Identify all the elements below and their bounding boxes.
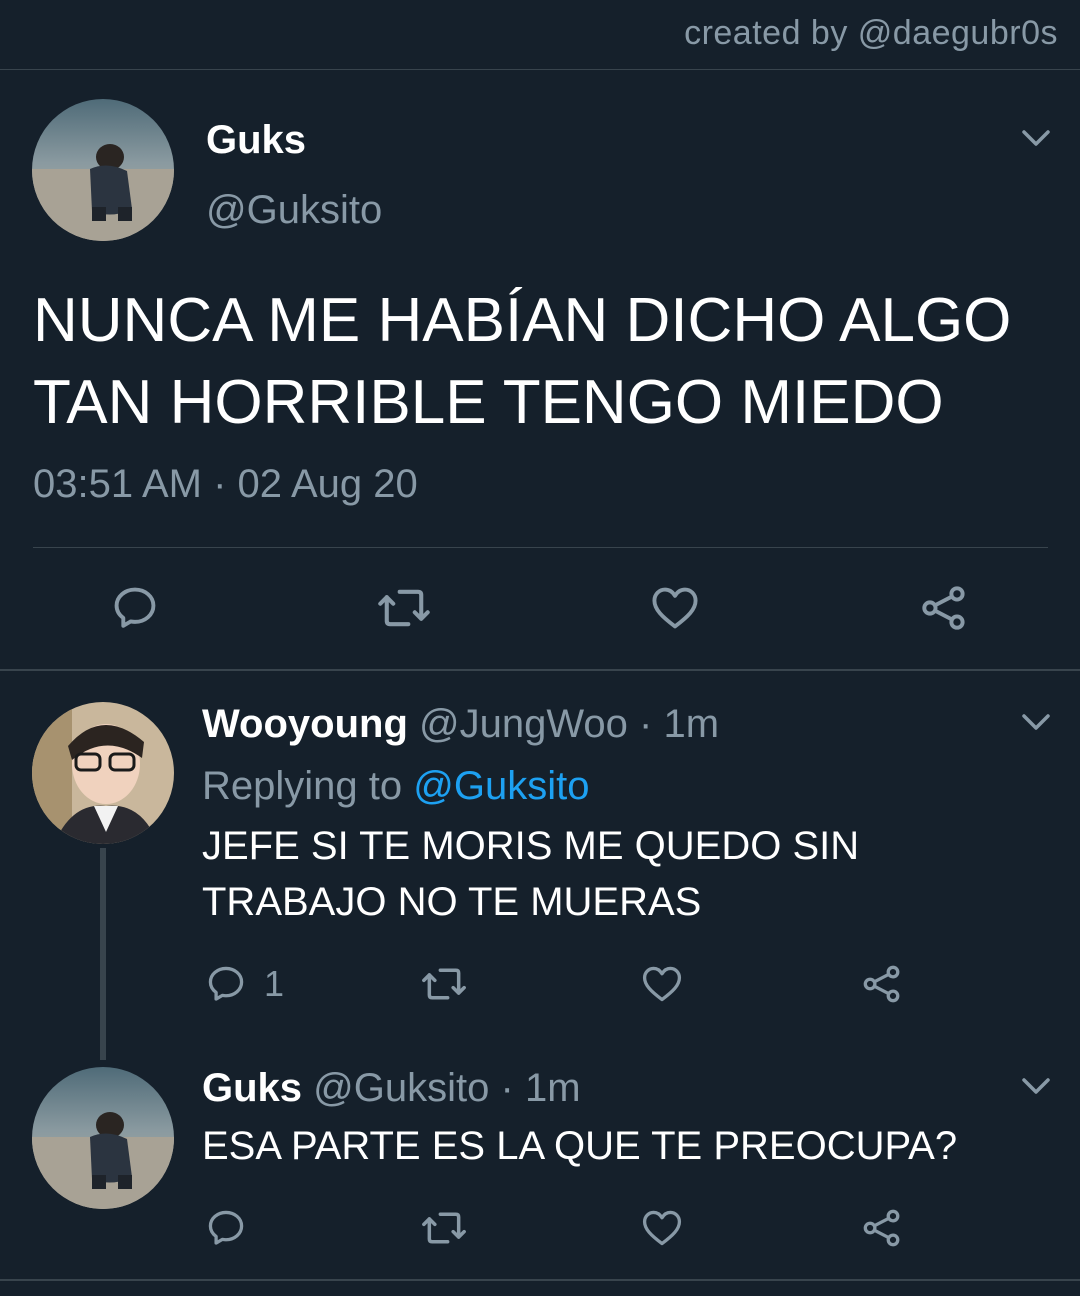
retweet-button[interactable] xyxy=(420,962,468,1006)
reply-icon xyxy=(208,1210,244,1245)
reply-avatar[interactable] xyxy=(32,1067,174,1209)
reply-author-name[interactable]: Guks xyxy=(202,1066,302,1110)
main-tweet-text: NUNCA ME HABÍAN DICHO ALGO TAN HORRIBLE … xyxy=(33,286,1012,437)
replying-label: Replying to xyxy=(202,764,403,808)
like-button[interactable] xyxy=(649,582,701,634)
like-button[interactable] xyxy=(640,1206,684,1250)
reply-time: · 1m xyxy=(639,702,720,746)
divider xyxy=(0,669,1080,671)
share-icon xyxy=(922,586,965,630)
reply-header: Guks @Guksito · 1m xyxy=(202,1066,581,1111)
reply-author-handle[interactable]: @JungWoo xyxy=(419,702,628,746)
chevron-down-icon[interactable] xyxy=(1021,128,1051,148)
reply-icon xyxy=(114,587,156,628)
main-avatar[interactable] xyxy=(32,99,174,241)
thread-line xyxy=(100,848,106,1060)
credit-text: created by @daegubr0s xyxy=(684,14,1058,52)
like-icon xyxy=(642,966,682,1002)
like-icon xyxy=(652,587,698,629)
reply-author-name[interactable]: Wooyoung xyxy=(202,702,408,746)
reply-time: · 1m xyxy=(500,1066,581,1110)
chevron-down-icon[interactable] xyxy=(1021,712,1051,732)
share-icon xyxy=(863,965,900,1003)
reply-button[interactable] xyxy=(204,1206,248,1250)
main-author-name[interactable]: Guks xyxy=(206,118,306,163)
share-button[interactable] xyxy=(860,1206,904,1250)
retweet-icon xyxy=(422,968,466,1000)
replying-to: Replying to @Guksito xyxy=(202,764,589,809)
reply-button[interactable] xyxy=(109,582,161,634)
divider xyxy=(33,547,1048,548)
reply-count: 1 xyxy=(264,963,285,1004)
reply-header: Wooyoung @JungWoo · 1m xyxy=(202,702,719,747)
share-button[interactable] xyxy=(918,582,970,634)
reply-text: ESA PARTE ES LA QUE TE PREOCUPA? xyxy=(202,1124,958,1168)
chevron-down-icon[interactable] xyxy=(1021,1076,1051,1096)
like-button[interactable] xyxy=(640,962,684,1006)
like-icon xyxy=(642,1210,682,1246)
divider xyxy=(0,1279,1080,1281)
share-icon xyxy=(863,1209,900,1247)
retweet-icon xyxy=(422,1212,466,1244)
share-button[interactable] xyxy=(860,962,904,1006)
main-tweet-timestamp: 03:51 AM · 02 Aug 20 xyxy=(33,462,418,506)
main-author-handle[interactable]: @Guksito xyxy=(206,188,382,233)
retweet-button[interactable] xyxy=(420,1206,468,1250)
reply-author-handle[interactable]: @Guksito xyxy=(313,1066,489,1110)
mention-link[interactable]: @Guksito xyxy=(413,764,589,808)
reply-icon xyxy=(208,966,244,1001)
reply-avatar[interactable] xyxy=(32,702,174,844)
retweet-button[interactable] xyxy=(376,582,432,634)
reply-button[interactable]: 1 xyxy=(204,962,284,1006)
reply-text: JEFE SI TE MORIS ME QUEDO SIN TRABAJO NO… xyxy=(202,824,860,924)
retweet-icon xyxy=(378,589,430,627)
credit-bar: created by @daegubr0s xyxy=(0,0,1080,70)
